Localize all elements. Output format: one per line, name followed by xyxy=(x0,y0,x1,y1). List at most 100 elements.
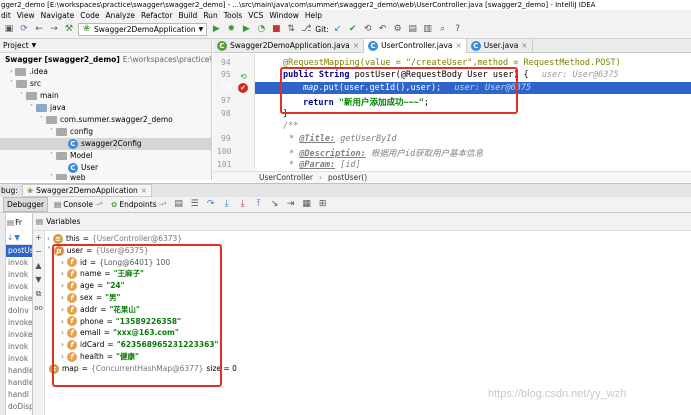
frame-item[interactable]: invok xyxy=(6,353,32,365)
step-into-icon[interactable]: ⤓ xyxy=(221,199,233,211)
tree-item-web[interactable]: ˅ web xyxy=(0,174,211,180)
thread-down-icon[interactable]: ↓ xyxy=(7,233,13,242)
menu-build[interactable]: Build xyxy=(178,11,197,20)
spring-icon: ❀ xyxy=(26,186,34,195)
debug-tabs: Debugger ▤ Console →* ✿ Endpoints →* ▤ ☰… xyxy=(0,197,691,213)
step-out-icon[interactable]: ⤒ xyxy=(253,199,265,211)
close-icon[interactable]: × xyxy=(521,41,527,50)
tree-item-swagger2config[interactable]: C swagger2Config xyxy=(0,138,211,150)
show-execution-point-icon[interactable]: ☰ xyxy=(189,199,201,211)
search-icon[interactable]: ⌕ xyxy=(437,24,449,36)
debug-icon[interactable]: ✹ xyxy=(225,24,237,36)
git-history-icon[interactable]: ⟲ xyxy=(362,24,374,36)
tree-item-src[interactable]: ˅ src xyxy=(0,78,211,90)
frame-item[interactable]: doDisp xyxy=(6,401,32,413)
breadcrumb-item[interactable]: postUser() xyxy=(328,173,367,182)
menu-vcs[interactable]: VCS xyxy=(248,11,263,20)
tab-endpoints[interactable]: ✿ Endpoints →* xyxy=(109,200,169,209)
breadcrumb-item[interactable]: UserController xyxy=(259,173,313,182)
git-commit-icon[interactable]: ✔ xyxy=(347,24,359,36)
back-icon[interactable]: ← xyxy=(33,24,45,36)
restore-layout-icon[interactable]: ▤ xyxy=(173,199,185,211)
menu-help[interactable]: Help xyxy=(305,11,322,20)
override-icon[interactable]: ⟲ xyxy=(240,72,247,81)
tree-item-java[interactable]: ˅ java xyxy=(0,102,211,114)
frame-item[interactable]: handle xyxy=(6,365,32,377)
close-icon[interactable]: × xyxy=(141,186,147,195)
frame-item[interactable]: postUs xyxy=(6,245,32,257)
frame-item[interactable]: handl xyxy=(6,389,32,401)
update-icon[interactable]: ⇅ xyxy=(285,24,297,36)
menu-navigate[interactable]: Navigate xyxy=(41,11,75,20)
tab-swagger2demoapplication[interactable]: C Swagger2DemoApplication.java × xyxy=(213,38,365,53)
force-step-into-icon[interactable]: ⤓ xyxy=(237,199,249,211)
settings-icon[interactable]: ⚙ xyxy=(392,24,404,36)
frame-item[interactable]: invok xyxy=(6,269,32,281)
run-config-select[interactable]: ❀ Swagger2DemoApplication ▼ xyxy=(78,23,208,36)
debug-config-tab[interactable]: ❀ Swagger2DemoApplication × xyxy=(21,184,153,197)
structure-icon[interactable]: ▤ xyxy=(407,24,419,36)
git-icon: ⎇ xyxy=(301,24,312,34)
tab-debugger[interactable]: Debugger xyxy=(3,197,49,212)
tree-item-model[interactable]: ˅ Model xyxy=(0,150,211,162)
menu-run[interactable]: Run xyxy=(203,11,217,20)
frame-item[interactable]: invok xyxy=(6,341,32,353)
menu-view[interactable]: View xyxy=(17,11,35,20)
evaluate-icon[interactable]: ▦ xyxy=(301,199,313,211)
menu-window[interactable]: Window xyxy=(269,11,299,20)
stop-icon[interactable]: ■ xyxy=(270,24,282,36)
tab-console[interactable]: ▤ Console →* xyxy=(52,200,105,209)
menu-code[interactable]: Code xyxy=(80,11,99,20)
run-to-cursor-icon[interactable]: ⇥ xyxy=(285,199,297,211)
tab-user[interactable]: C User.java × xyxy=(467,38,533,53)
profile-icon[interactable]: ◔ xyxy=(255,24,267,36)
menu-tools[interactable]: Tools xyxy=(224,11,242,20)
forward-icon[interactable]: → xyxy=(48,24,60,36)
annotation-box-variables xyxy=(52,244,222,387)
run-icon[interactable]: ▶ xyxy=(210,24,222,36)
save-all-icon[interactable]: ▣ xyxy=(3,24,15,36)
sdk-icon[interactable]: ▥ xyxy=(422,24,434,36)
menu-refactor[interactable]: Refactor xyxy=(141,11,172,20)
git-update-icon[interactable]: ↙ xyxy=(332,24,344,36)
coverage-icon[interactable]: ▶ xyxy=(240,24,252,36)
tree-item-user[interactable]: C User xyxy=(0,162,211,174)
copy-icon[interactable]: ⧉ xyxy=(33,287,44,301)
help-icon[interactable]: ? xyxy=(452,24,464,36)
build-icon[interactable]: ⚒ xyxy=(63,24,75,36)
frame-item[interactable]: handle xyxy=(6,377,32,389)
add-watch-icon[interactable]: + xyxy=(33,231,44,245)
menu-edit[interactable]: dit xyxy=(1,11,11,20)
tree-item-idea[interactable]: › .idea xyxy=(0,66,211,78)
git-revert-icon[interactable]: ↶ xyxy=(377,24,389,36)
move-down-icon[interactable]: ▼ xyxy=(33,273,44,287)
frame-item[interactable]: invoke xyxy=(6,317,32,329)
glasses-icon[interactable]: oo xyxy=(33,301,44,315)
tree-root-path: E:\workspaces\practice\swagger\swagger2_… xyxy=(122,55,212,64)
close-icon[interactable]: × xyxy=(353,41,359,50)
frame-item[interactable]: invok xyxy=(6,281,32,293)
frame-item[interactable]: doInv xyxy=(6,305,32,317)
menu-analyze[interactable]: Analyze xyxy=(105,11,135,20)
layout-icon[interactable]: ⊞ xyxy=(317,199,329,211)
tab-usercontroller[interactable]: C UserController.java × xyxy=(364,38,467,53)
move-up-icon[interactable]: ▲ xyxy=(33,259,44,273)
close-icon[interactable]: × xyxy=(455,41,461,50)
step-over-icon[interactable]: ↷ xyxy=(205,199,217,211)
remove-watch-icon[interactable]: − xyxy=(33,245,44,259)
tree-item-config[interactable]: ˅ config xyxy=(0,126,211,138)
frame-item[interactable]: invoke xyxy=(6,293,32,305)
frame-item[interactable]: invoke xyxy=(6,329,32,341)
breadcrumb: UserController › postUser() xyxy=(213,171,691,183)
frame-item[interactable]: invok xyxy=(6,257,32,269)
project-header-label[interactable]: Project xyxy=(3,41,29,50)
tree-item-label: swagger2Config xyxy=(81,139,142,148)
chevron-down-icon[interactable]: ▼ xyxy=(32,42,37,49)
tree-item-main[interactable]: ˅ main xyxy=(0,90,211,102)
tree-item-package[interactable]: ˅ com.summer.swagger2_demo xyxy=(0,114,211,126)
sync-icon[interactable]: ⟳ xyxy=(18,24,30,36)
drop-frame-icon[interactable]: ↘ xyxy=(269,199,281,211)
tree-root[interactable]: Swagger [swagger2_demo] E:\workspaces\pr… xyxy=(0,54,211,66)
filter-icon[interactable]: ▼ xyxy=(14,233,20,242)
breakpoint-icon[interactable]: ✔ xyxy=(238,83,248,93)
